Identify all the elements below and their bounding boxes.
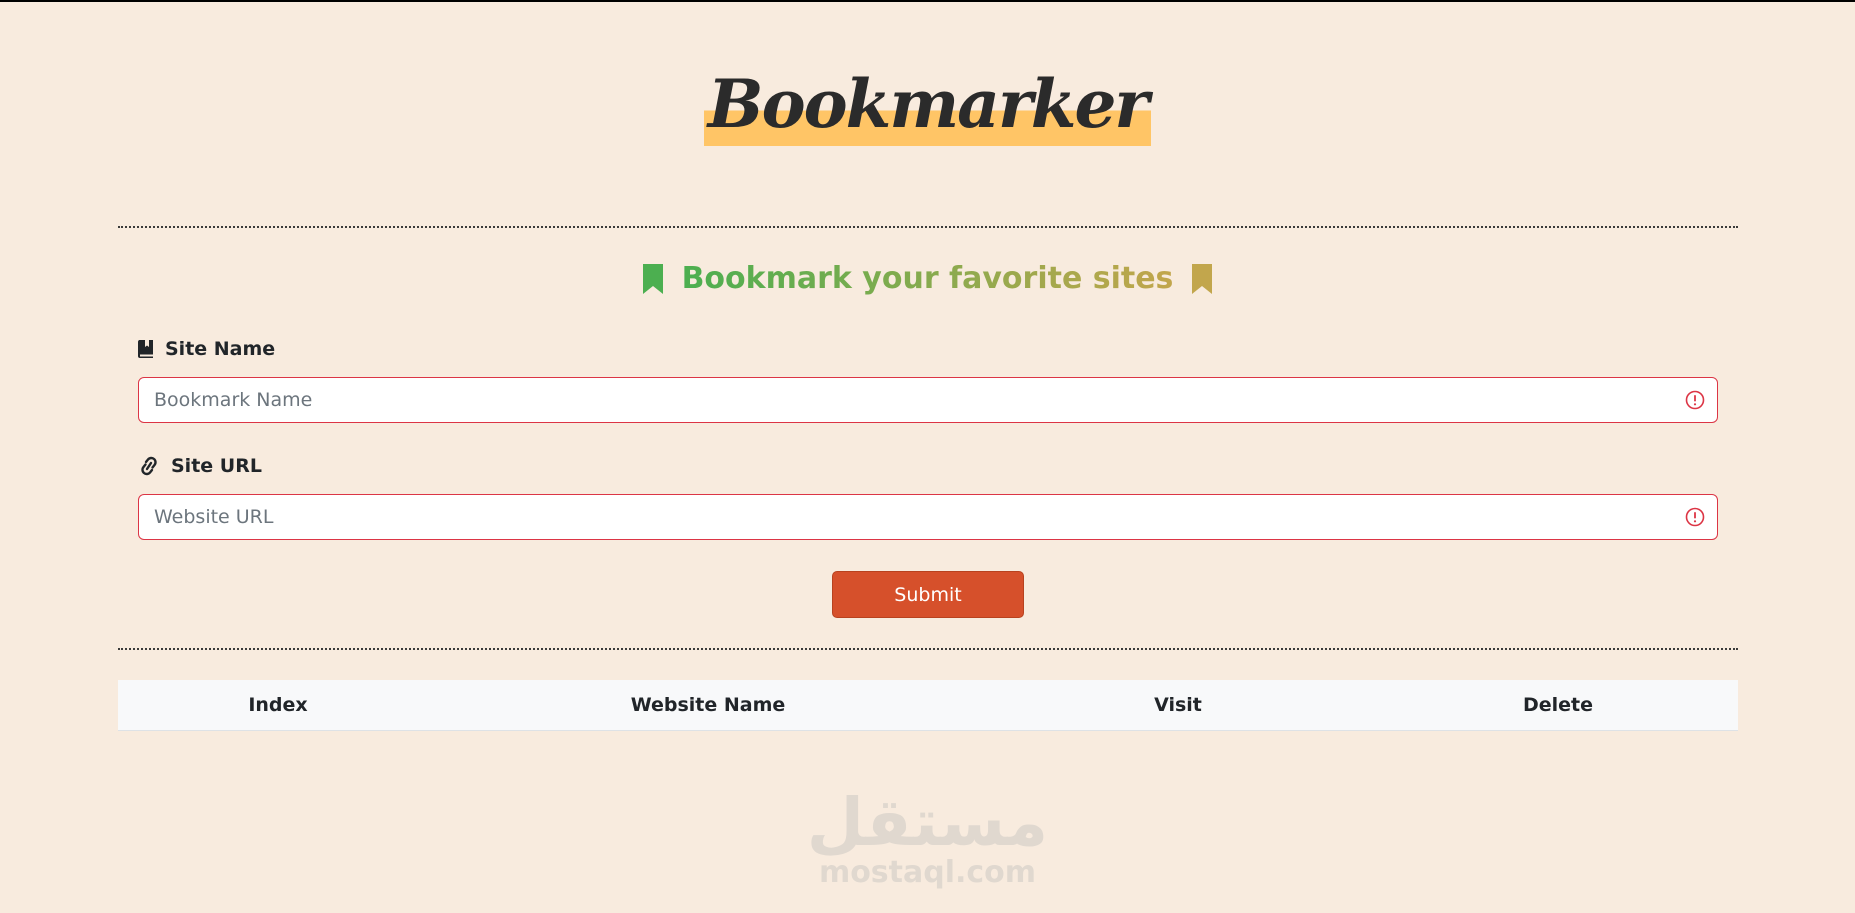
book-bookmark-icon bbox=[138, 340, 153, 358]
tagline-text: Bookmark your favorite sites bbox=[681, 260, 1174, 296]
warning-icon bbox=[1685, 390, 1705, 410]
site-url-label-text: Site URL bbox=[171, 455, 262, 477]
site-url-input[interactable] bbox=[139, 495, 1717, 539]
site-url-field bbox=[138, 494, 1718, 540]
header: Bookmarker bbox=[0, 62, 1855, 146]
bookmark-icon bbox=[643, 263, 664, 294]
site-name-field bbox=[138, 377, 1718, 423]
bookmarks-table: Index Website Name Visit Delete bbox=[118, 680, 1738, 731]
top-border bbox=[0, 0, 1855, 2]
column-header-index: Index bbox=[118, 680, 438, 731]
watermark-logo: مستقل mostaql.com bbox=[0, 790, 1855, 888]
bookmark-icon bbox=[1191, 263, 1212, 294]
site-url-label: Site URL bbox=[137, 455, 262, 477]
link-icon bbox=[141, 456, 157, 476]
submit-button[interactable]: Submit bbox=[832, 571, 1024, 618]
site-name-label-text: Site Name bbox=[165, 338, 276, 360]
page-title: Bookmarker bbox=[703, 62, 1152, 146]
warning-icon bbox=[1685, 507, 1705, 527]
column-header-website-name: Website Name bbox=[438, 680, 978, 731]
bottom-divider bbox=[118, 648, 1738, 650]
site-name-label: Site Name bbox=[137, 338, 275, 360]
site-name-input[interactable] bbox=[139, 378, 1717, 422]
column-header-delete: Delete bbox=[1378, 680, 1738, 731]
watermark-arabic: مستقل bbox=[806, 784, 1049, 861]
column-header-visit: Visit bbox=[978, 680, 1378, 731]
watermark-latin: mostaql.com bbox=[818, 855, 1037, 890]
tagline: Bookmark your favorite sites bbox=[0, 258, 1855, 299]
top-divider bbox=[118, 226, 1738, 228]
table-header-row: Index Website Name Visit Delete bbox=[118, 680, 1738, 731]
